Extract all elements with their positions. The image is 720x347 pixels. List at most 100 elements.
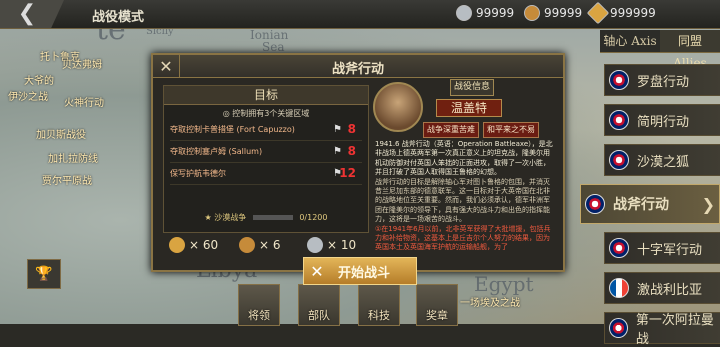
uk-flag-icon xyxy=(609,150,629,170)
campaign-item-battleaxe[interactable]: 战斧行动 ❯ xyxy=(580,184,720,224)
trait-badge: 战争深重苦难 xyxy=(423,122,479,138)
objectives-subtitle-text: 控制拥有3个关键区域 xyxy=(232,109,310,118)
map-node-7[interactable]: 加扎拉防线 xyxy=(48,150,98,165)
map-node-4[interactable]: 伊沙之战 xyxy=(8,88,48,103)
silver-medal-icon xyxy=(456,5,472,21)
campaign-item-label: 十字军行动 xyxy=(637,242,703,258)
campaign-item-desert-fox[interactable]: 沙漠之狐 xyxy=(604,144,720,176)
campaign-item-alamein[interactable]: 第一次阿拉曼战 xyxy=(604,312,720,347)
tab-troops-label: 部队 xyxy=(308,309,330,322)
campaign-item-compass[interactable]: 罗盘行动 xyxy=(604,64,720,96)
resource-bronze: 99999 xyxy=(524,5,582,21)
campaign-item-label: 激战利比亚 xyxy=(637,282,703,298)
tab-troops[interactable]: 部队 xyxy=(298,284,340,326)
trophy-button[interactable]: 🏆 xyxy=(27,259,61,289)
campaign-item-label: 战斧行动 xyxy=(613,197,669,213)
progress-row: ★ 沙漠战争 0/1200 xyxy=(204,213,328,222)
campaign-item-libya[interactable]: 激战利比亚 xyxy=(604,272,720,304)
resource-silver-value: 99999 xyxy=(476,6,515,20)
uk-flag-icon xyxy=(609,318,628,338)
resource-silver: 99999 xyxy=(456,5,514,21)
map-node-8[interactable]: 贾尔平原战 xyxy=(42,172,92,187)
reward-bronze: × 6 xyxy=(239,237,281,253)
reward-sun: × 60 xyxy=(169,237,218,253)
campaign-list: 罗盘行动 简明行动 沙漠之狐 战斧行动 ❯ 十字军行动 激战利比亚 第一次阿拉曼… xyxy=(580,56,720,347)
tab-generals[interactable]: 将领 xyxy=(238,284,280,326)
map-label-egypt: Egypt xyxy=(474,272,534,296)
resource-bronze-value: 99999 xyxy=(544,6,583,20)
objective-row: 夺取控制卡普措堡 (Fort Capuzzo) ⚑ 8 xyxy=(170,119,362,141)
tab-tech-label: 科技 xyxy=(368,309,390,322)
objective-value: 8 xyxy=(347,144,356,158)
map-node-egypt-battle[interactable]: 一场埃及之战 xyxy=(460,294,520,309)
campaign-item-label: 罗盘行动 xyxy=(637,74,690,90)
dialog-header: ✕ 战斧行动 xyxy=(153,55,563,78)
tab-allies[interactable]: 同盟 Allies xyxy=(660,30,720,70)
map-node-5[interactable]: 火神行动 xyxy=(64,94,104,109)
uk-flag-icon xyxy=(585,194,605,214)
trait-badge: 和平来之不易 xyxy=(483,122,539,138)
reward-value: × 60 xyxy=(189,238,219,252)
objective-text: 夺取控制塞卢姆 (Sallum) xyxy=(170,147,263,156)
tab-medals[interactable]: 奖章 xyxy=(416,284,458,326)
objective-text: 夺取控制卡普措堡 (Fort Capuzzo) xyxy=(170,125,295,134)
objectives-panel: 目标 ◎ 控制拥有3个关键区域 夺取控制卡普措堡 (Fort Capuzzo) … xyxy=(163,85,369,233)
objective-value: 8 xyxy=(347,122,356,136)
bronze-medal-icon xyxy=(239,237,255,253)
desc-note: ①在1941年6月以前，北非英军获得了大批增援，包括兵力和补给物资，这基本上是丘… xyxy=(375,224,551,252)
objective-value: 12 xyxy=(339,166,356,180)
trait-row: 战争深重苦难 和平来之不易 xyxy=(423,122,539,138)
start-battle-label: 开始战斗 xyxy=(338,265,391,281)
objectives-subtitle: ◎ 控制拥有3个关键区域 xyxy=(222,109,310,118)
tab-generals-label: 将领 xyxy=(248,309,270,322)
desc-body: 战斧行动的目标是解除轴心军对图卜鲁格的包围，并消灭昔兰尼加东部的德意联军。这一目… xyxy=(375,177,550,224)
commander-name: 温盖特 xyxy=(436,99,502,117)
map-node-3[interactable]: 大爷的 xyxy=(24,72,54,87)
objectives-title: 目标 xyxy=(164,86,368,105)
uk-flag-icon xyxy=(609,70,629,90)
objective-row: 保写护航韦德尔 ⚑ 12 xyxy=(170,163,362,185)
resource-sun-value: 999999 xyxy=(610,6,656,20)
tab-tech[interactable]: 科技 xyxy=(358,284,400,326)
campaign-dialog: ✕ 战斧行动 目标 ◎ 控制拥有3个关键区域 夺取控制卡普措堡 (Fort Ca… xyxy=(151,53,565,272)
progress-bar xyxy=(252,215,293,220)
campaign-item-brevity[interactable]: 简明行动 xyxy=(604,104,720,136)
bronze-medal-icon xyxy=(524,5,540,21)
uk-flag-icon xyxy=(609,110,629,130)
sun-badge-icon xyxy=(586,1,610,25)
objective-text: 保写护航韦德尔 xyxy=(170,169,226,178)
campaign-item-label: 简明行动 xyxy=(637,114,690,130)
flag-icon: ⚑ xyxy=(333,124,342,135)
reward-value: × 6 xyxy=(259,238,281,252)
resource-sun: 999999 xyxy=(586,1,656,25)
map-node-6[interactable]: 加贝斯战役 xyxy=(36,126,86,141)
page-title: 战役模式 xyxy=(92,10,145,25)
reward-silver: × 10 xyxy=(307,237,356,253)
tab-axis[interactable]: 轴心 Axis xyxy=(600,30,660,52)
map-label-sea: Sea xyxy=(262,40,285,54)
uk-flag-icon xyxy=(609,238,629,258)
dialog-title: 战斧行动 xyxy=(331,62,384,77)
progress-value: 0/1200 xyxy=(299,213,328,222)
campaign-item-label: 沙漠之狐 xyxy=(637,154,690,170)
campaign-description: 1941.6 战斧行动（英语：Operation Battleaxe），是北非战… xyxy=(375,140,555,266)
map-node-beda[interactable]: 贝达弗姆 xyxy=(62,56,102,71)
campaign-info-button[interactable]: 战役信息 xyxy=(450,79,494,96)
start-battle-button[interactable]: ✕ 开始战斗 xyxy=(303,257,417,285)
back-button[interactable]: ❮ xyxy=(0,0,64,28)
desc-lead: 战斧行动（英语：Operation Battleaxe），是北非战场上德英两军第… xyxy=(375,140,553,177)
top-bar: ❮ 战役模式 99999 99999 999999 xyxy=(0,0,720,29)
reward-value: × 10 xyxy=(327,238,357,252)
silver-medal-icon xyxy=(307,237,323,253)
faction-tabs: 轴心 Axis 同盟 Allies xyxy=(600,30,720,70)
campaign-item-label: 第一次阿拉曼战 xyxy=(635,313,714,347)
chevron-right-icon: ❯ xyxy=(701,194,715,214)
tab-medals-label: 奖章 xyxy=(426,309,448,322)
progress-label: 沙漠战争 xyxy=(214,213,247,222)
france-flag-icon xyxy=(609,278,629,298)
sun-medal-icon xyxy=(169,237,185,253)
flag-icon: ⚑ xyxy=(333,146,342,157)
objective-row: 夺取控制塞卢姆 (Sallum) ⚑ 8 xyxy=(170,141,362,163)
crossed-swords-icon: ✕ xyxy=(310,261,324,281)
campaign-item-crusader[interactable]: 十字军行动 xyxy=(604,232,720,264)
